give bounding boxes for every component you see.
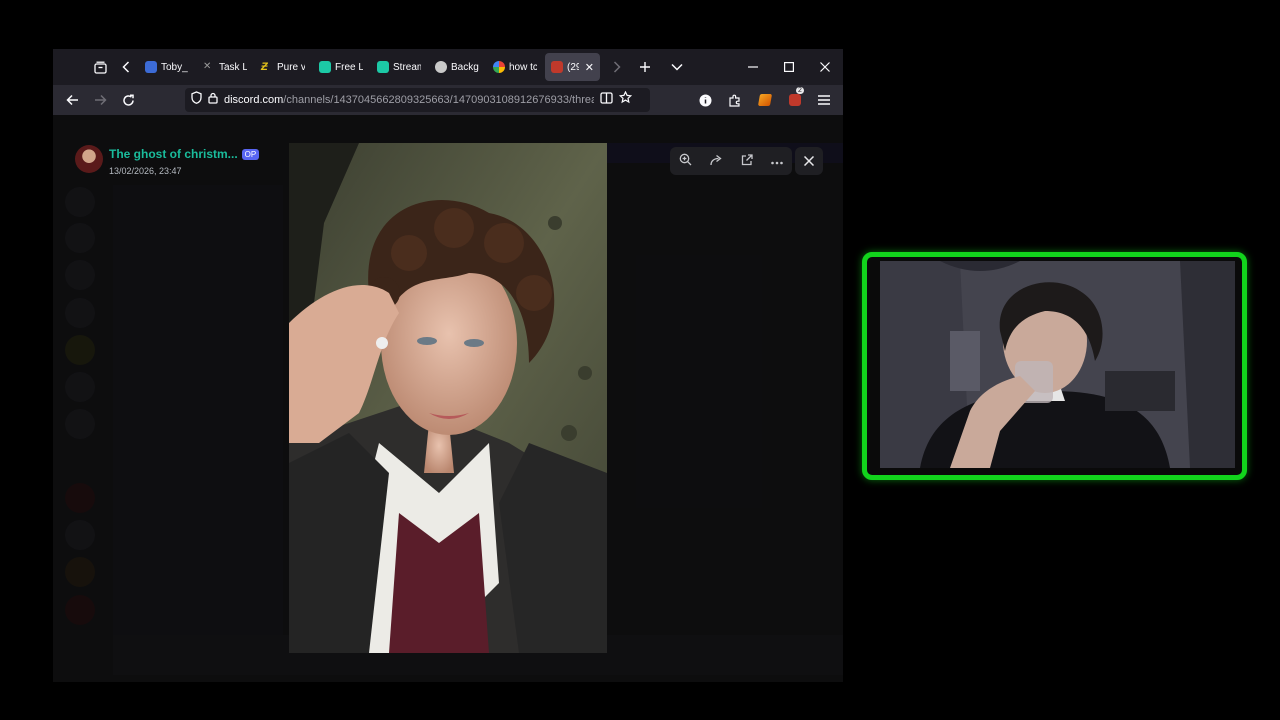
bookmark-star-icon[interactable] [618, 90, 633, 109]
op-badge: OP [241, 149, 260, 160]
webcam-illustration [880, 261, 1235, 468]
tab-task[interactable]: ✕ Task L [197, 53, 255, 81]
open-external-icon[interactable] [741, 153, 753, 169]
close-tab-icon[interactable]: ✕ [585, 61, 594, 74]
chevron-left-icon[interactable] [113, 54, 139, 80]
tab-manager-icon[interactable] [87, 54, 113, 80]
url-path: /channels/1437045662809325663/1470903108… [283, 94, 594, 106]
tab-favicon-icon [377, 61, 389, 73]
minimize-icon[interactable] [735, 49, 771, 85]
tab-label: (29 [567, 61, 579, 73]
url-bar[interactable]: discord.com/channels/1437045662809325663… [185, 88, 650, 112]
tab-google[interactable]: how tc [487, 53, 545, 81]
chevron-right-icon[interactable] [604, 54, 630, 80]
tab-label: Pure v [277, 61, 305, 73]
photo-illustration [289, 143, 607, 653]
op-info: The ghost of christm... OP 13/02/2026, 23… [109, 145, 260, 176]
tab-label: Stream [393, 61, 421, 73]
tab-label: Backg [451, 61, 479, 73]
tab-stream[interactable]: Stream [371, 53, 429, 81]
tab-label: Toby_ [161, 61, 188, 73]
avatar[interactable] [75, 145, 103, 173]
maximize-icon[interactable] [771, 49, 807, 85]
tab-discord-active[interactable]: (29 ✕ [545, 53, 600, 81]
chevron-down-icon[interactable] [664, 54, 690, 80]
url-text[interactable]: discord.com/channels/1437045662809325663… [224, 94, 594, 106]
tab-favicon-icon [435, 61, 447, 73]
tab-toby[interactable]: Toby_ [139, 53, 197, 81]
tab-favicon-icon [551, 61, 563, 73]
forward-share-icon[interactable] [710, 154, 723, 169]
info-icon[interactable] [691, 86, 719, 114]
webcam-overlay [862, 252, 1247, 480]
tab-label: Task L [219, 61, 247, 73]
shield-icon[interactable] [191, 91, 202, 109]
more-options-icon[interactable] [771, 154, 783, 168]
browser-window: Toby_ ✕ Task L Ƶ Pure v Free L Stream Ba… [53, 49, 843, 682]
forward-icon[interactable] [86, 86, 114, 114]
extension-orange-icon[interactable] [751, 86, 779, 114]
extensions-icon[interactable] [720, 86, 748, 114]
tab-free[interactable]: Free L [313, 53, 371, 81]
close-window-icon[interactable] [807, 49, 843, 85]
close-icon[interactable] [795, 147, 823, 175]
viewer-image[interactable] [289, 143, 607, 653]
extension-badge-icon[interactable]: 2 [781, 86, 809, 114]
original-poster-header: The ghost of christm... OP 13/02/2026, 23… [75, 145, 260, 176]
viewer-toolbar [670, 147, 792, 175]
zoom-icon[interactable] [679, 153, 692, 169]
tab-label: Free L [335, 61, 363, 73]
reload-icon[interactable] [114, 86, 142, 114]
navigation-bar: discord.com/channels/1437045662809325663… [53, 85, 843, 115]
lock-icon[interactable] [208, 91, 218, 109]
menu-icon[interactable] [810, 86, 838, 114]
tab-favicon-icon [319, 61, 331, 73]
tab-favicon-icon: Ƶ [261, 61, 268, 73]
reader-view-icon[interactable] [600, 91, 613, 109]
op-username[interactable]: The ghost of christm... [109, 147, 238, 161]
tab-favicon-icon: ✕ [203, 61, 212, 72]
url-host: discord.com [224, 94, 284, 106]
extension-badge-count: 2 [796, 87, 804, 94]
tab-favicon-icon [145, 61, 157, 73]
webcam-feed [880, 261, 1235, 468]
tab-bar: Toby_ ✕ Task L Ƶ Pure v Free L Stream Ba… [53, 49, 843, 85]
tab-pure[interactable]: Ƶ Pure v [255, 53, 313, 81]
op-timestamp: 13/02/2026, 23:47 [109, 166, 182, 176]
back-icon[interactable] [58, 86, 86, 114]
discord-page: The ghost of christm... OP 13/02/2026, 23… [53, 115, 843, 682]
tab-label: how tc [509, 61, 537, 73]
google-icon [493, 61, 505, 73]
new-tab-icon[interactable] [632, 54, 658, 80]
tab-background[interactable]: Backg [429, 53, 487, 81]
